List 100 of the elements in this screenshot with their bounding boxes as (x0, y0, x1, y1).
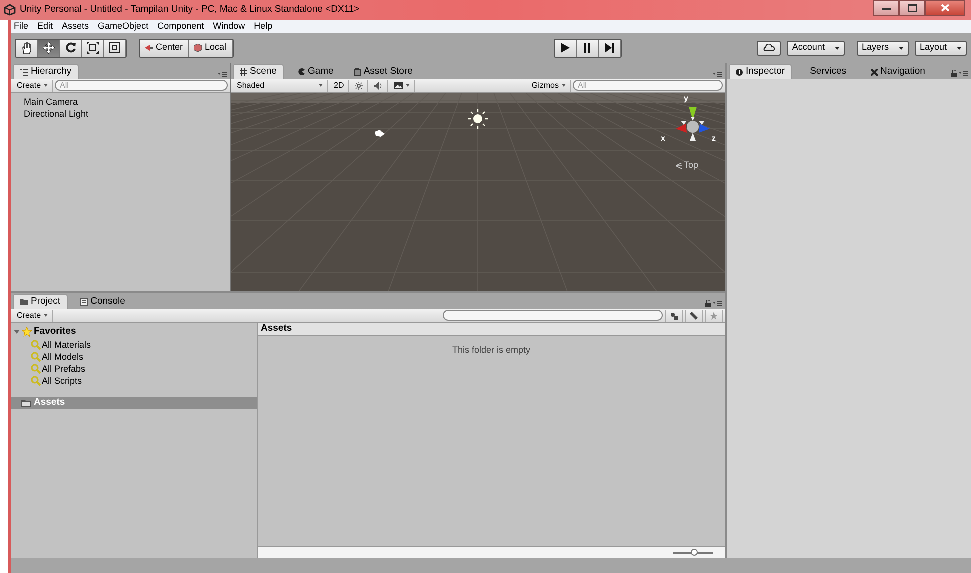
tool-button[interactable] (16, 40, 38, 56)
sun-icon (355, 82, 364, 90)
expand-arrow-icon[interactable] (14, 329, 20, 336)
step-button[interactable] (598, 40, 621, 56)
arrow-left-icon (676, 162, 682, 169)
pivot-button[interactable]: Center (140, 40, 190, 56)
rotate-icon (64, 42, 76, 54)
menu-item[interactable]: Help (254, 20, 273, 34)
magnifier-icon (31, 376, 41, 386)
panel-menu-icon[interactable] (218, 72, 227, 77)
project-tab[interactable]: Project (13, 294, 68, 309)
inspector-tab[interactable]: Services (804, 65, 853, 79)
sun-icon (468, 109, 488, 129)
project-tab[interactable]: Console (74, 295, 132, 309)
scene-view-tab[interactable]: Asset Store (348, 65, 419, 79)
play-icon (559, 42, 572, 54)
caret-icon (834, 46, 840, 50)
camera-icon (374, 129, 386, 137)
list-icon (20, 68, 28, 76)
hand-icon (20, 42, 32, 54)
scene-view-tab[interactable]: Scene (233, 64, 284, 79)
caret-icon (562, 84, 566, 87)
minimize-button[interactable] (873, 0, 899, 16)
close-icon (940, 4, 950, 12)
play-button[interactable] (554, 40, 577, 56)
favorite-search-item[interactable]: All Materials (11, 339, 257, 352)
tool-button[interactable] (82, 40, 104, 56)
pivot-icon (145, 44, 153, 52)
hierarchy-item[interactable]: Main Camera (11, 96, 230, 108)
menu-item[interactable]: Component (158, 20, 204, 34)
step-icon (603, 42, 616, 54)
gizmos-dropdown[interactable]: Gizmos (528, 80, 571, 92)
account-dropdown[interactable]: Account (787, 40, 845, 56)
menu-item[interactable]: GameObject (98, 20, 149, 34)
favorite-search-item[interactable]: All Models (11, 351, 257, 364)
image-icon (394, 82, 404, 89)
rotation-button[interactable]: Local (189, 40, 233, 56)
caret-icon (44, 314, 48, 317)
bag-icon (354, 68, 361, 76)
shading-dropdown[interactable]: Shaded (233, 80, 328, 92)
favorite-search-item[interactable]: All Prefabs (11, 363, 257, 376)
folder-icon (21, 399, 31, 408)
search-field[interactable]: All (573, 80, 723, 91)
unity-logo-icon (4, 4, 16, 16)
console-icon (80, 298, 88, 306)
y-axis-label: y (684, 93, 688, 105)
inspector-tab[interactable]: Inspector (729, 64, 792, 79)
magnifier-icon (31, 364, 41, 374)
star-icon (710, 312, 718, 320)
hierarchy-item[interactable]: Directional Light (11, 108, 230, 120)
close-button[interactable] (925, 0, 965, 16)
lock-icon[interactable] (705, 300, 711, 307)
panel-menu-icon[interactable] (959, 71, 968, 76)
tool-button[interactable] (38, 40, 60, 56)
filter-type-button[interactable] (665, 310, 683, 322)
scene-view-tab[interactable]: Game (292, 65, 340, 79)
search-field[interactable]: All (55, 80, 228, 91)
magnifier-icon (31, 352, 41, 362)
empty-message: This folder is empty (451, 344, 532, 357)
cloud-button[interactable] (757, 40, 782, 56)
hierarchy-tab[interactable]: Hierarchy (13, 64, 79, 79)
view-label: Top (684, 159, 699, 172)
x-axis-label: x (661, 133, 666, 145)
speaker-icon (374, 82, 384, 90)
caret-icon (406, 84, 410, 87)
move-icon (42, 42, 54, 54)
layers-dropdown[interactable]: Layers (856, 40, 909, 56)
minimize-icon (882, 5, 890, 11)
tool-button[interactable] (104, 40, 126, 56)
cloud-icon (763, 44, 776, 52)
folder-header: Assets (258, 323, 725, 336)
search-field[interactable] (443, 310, 663, 321)
caret-icon (44, 84, 48, 87)
menu-item[interactable]: Assets (62, 20, 90, 34)
panel-menu-icon[interactable] (713, 72, 722, 77)
layout-dropdown[interactable]: Layout (914, 40, 967, 56)
caret-icon (957, 46, 962, 50)
favorite-search-item[interactable]: All Scripts (11, 375, 257, 388)
panel-menu-icon[interactable] (713, 301, 722, 306)
shapes-icon (670, 312, 678, 320)
2d-toggle[interactable]: 2D (330, 80, 350, 92)
menu-item[interactable]: Edit (38, 20, 54, 34)
pause-button[interactable] (576, 40, 599, 56)
caret-icon (898, 46, 904, 50)
tool-button[interactable] (60, 40, 82, 56)
rect-tool-icon (108, 42, 120, 54)
menu-item[interactable]: File (14, 20, 29, 34)
create-dropdown[interactable]: Create (13, 80, 54, 92)
info-icon (736, 68, 743, 76)
slider-thumb[interactable] (691, 548, 698, 556)
z-axis-label: z (712, 133, 716, 145)
cube-icon (194, 44, 202, 52)
filter-label-button[interactable] (685, 310, 703, 322)
lock-icon[interactable] (951, 70, 957, 77)
inspector-tab[interactable]: Navigation (864, 65, 932, 79)
menu-item[interactable]: Window (213, 20, 246, 34)
favorites-item[interactable]: Favorites (11, 325, 257, 340)
maximize-button[interactable] (899, 0, 925, 16)
window-title: Unity Personal - Untitled - Tampilan Unity - PC, Mac & Linux Standalone <DX11> (20, 2, 360, 17)
create-dropdown[interactable]: Create (13, 310, 54, 322)
